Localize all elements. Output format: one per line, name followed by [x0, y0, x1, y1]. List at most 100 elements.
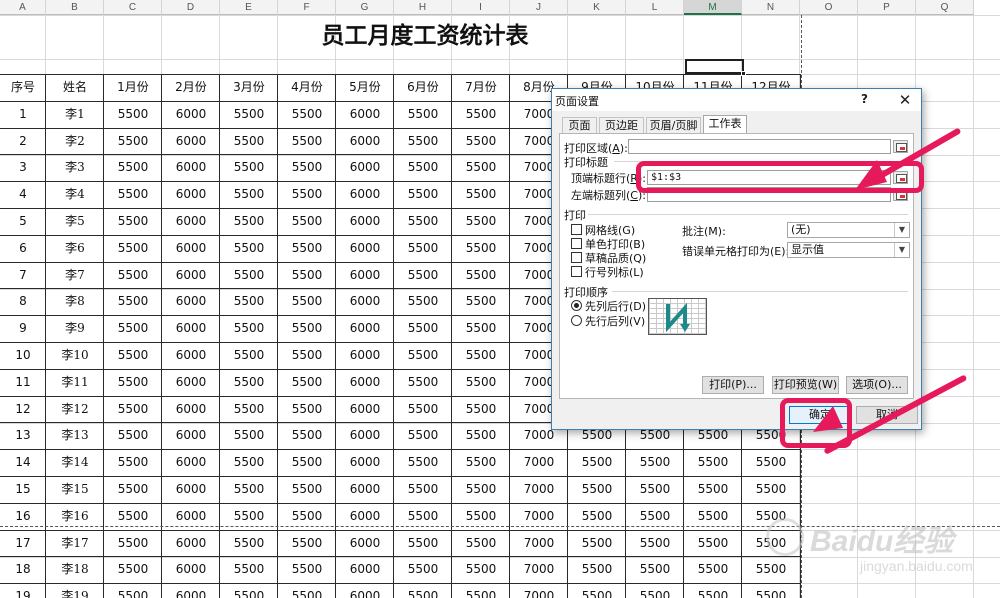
table-cell[interactable]: 6000	[162, 208, 220, 235]
table-cell[interactable]: 5500	[394, 235, 452, 262]
column-header-L[interactable]: L	[626, 0, 684, 15]
active-cell[interactable]	[685, 59, 744, 74]
column-header-E[interactable]: E	[220, 0, 278, 15]
table-cell[interactable]: 5500	[104, 262, 162, 289]
column-header-F[interactable]: F	[278, 0, 336, 15]
table-header-cell[interactable]: 序号	[0, 74, 46, 101]
table-cell[interactable]: 5500	[220, 342, 278, 369]
table-cell[interactable]: 5500	[394, 369, 452, 396]
column-header-M[interactable]: M	[684, 0, 742, 15]
table-cell[interactable]: 5500	[220, 476, 278, 503]
table-cell[interactable]: 6000	[162, 128, 220, 155]
range-select-icon[interactable]	[893, 140, 908, 153]
table-header-cell[interactable]: 4月份	[278, 74, 336, 101]
table-cell[interactable]: 6000	[336, 556, 394, 583]
table-cell[interactable]: 5500	[220, 181, 278, 208]
table-cell[interactable]: 5500	[104, 396, 162, 423]
table-cell[interactable]: 5500	[684, 449, 742, 476]
table-cell[interactable]: 5500	[104, 476, 162, 503]
table-cell[interactable]: 6000	[162, 315, 220, 342]
table-cell[interactable]: 5500	[278, 476, 336, 503]
table-cell[interactable]: 李5	[46, 208, 104, 235]
table-cell[interactable]: 14	[0, 449, 46, 476]
table-cell[interactable]: 5500	[104, 208, 162, 235]
table-cell[interactable]: 6000	[336, 530, 394, 557]
table-cell[interactable]: 7	[0, 262, 46, 289]
table-cell[interactable]: 李8	[46, 288, 104, 315]
table-cell[interactable]: 18	[0, 556, 46, 583]
table-cell[interactable]: 3	[0, 154, 46, 181]
table-cell[interactable]: 5500	[626, 449, 684, 476]
table-cell[interactable]: 6000	[162, 530, 220, 557]
table-cell[interactable]: 5500	[742, 476, 800, 503]
tab-sheet[interactable]: 工作表	[703, 115, 747, 134]
print-area-input[interactable]	[628, 139, 891, 154]
close-icon[interactable]: ✕	[895, 90, 915, 110]
table-cell[interactable]: 5500	[394, 315, 452, 342]
column-header-K[interactable]: K	[568, 0, 626, 15]
table-cell[interactable]: 李3	[46, 154, 104, 181]
table-cell[interactable]: 15	[0, 476, 46, 503]
column-header-D[interactable]: D	[162, 0, 220, 15]
table-cell[interactable]: 5500	[220, 101, 278, 128]
table-cell[interactable]: 6000	[162, 235, 220, 262]
table-cell[interactable]: 5500	[452, 396, 510, 423]
table-cell[interactable]: 7000	[510, 583, 568, 598]
table-cell[interactable]: 5500	[278, 208, 336, 235]
table-cell[interactable]: 5500	[104, 288, 162, 315]
table-cell[interactable]: 5500	[220, 556, 278, 583]
table-cell[interactable]: 5500	[104, 449, 162, 476]
table-cell[interactable]: 5500	[104, 556, 162, 583]
table-cell[interactable]: 5500	[278, 530, 336, 557]
table-cell[interactable]: 5500	[278, 396, 336, 423]
table-cell[interactable]: 5500	[220, 369, 278, 396]
table-cell[interactable]: 6000	[162, 181, 220, 208]
table-cell[interactable]: 5500	[104, 530, 162, 557]
table-cell[interactable]: 5500	[104, 422, 162, 449]
table-cell[interactable]: 5500	[104, 154, 162, 181]
table-cell[interactable]: 7000	[510, 530, 568, 557]
table-cell[interactable]: 5500	[104, 315, 162, 342]
table-cell[interactable]: 5500	[394, 583, 452, 598]
table-cell[interactable]: 5500	[220, 530, 278, 557]
table-cell[interactable]: 5500	[452, 583, 510, 598]
table-cell[interactable]: 李13	[46, 422, 104, 449]
table-cell[interactable]: 5500	[684, 530, 742, 557]
table-header-cell[interactable]: 2月份	[162, 74, 220, 101]
table-cell[interactable]: 5500	[394, 154, 452, 181]
table-cell[interactable]: 5500	[278, 583, 336, 598]
down-then-over-radio[interactable]	[571, 300, 582, 311]
table-cell[interactable]: 5	[0, 208, 46, 235]
table-cell[interactable]: 5500	[104, 181, 162, 208]
table-cell[interactable]: 6000	[336, 181, 394, 208]
table-cell[interactable]: 7000	[510, 556, 568, 583]
table-cell[interactable]: 李19	[46, 583, 104, 598]
table-cell[interactable]: 5500	[684, 476, 742, 503]
table-cell[interactable]: 5500	[278, 422, 336, 449]
table-cell[interactable]: 李7	[46, 262, 104, 289]
table-cell[interactable]: 6000	[162, 583, 220, 598]
table-header-cell[interactable]: 6月份	[394, 74, 452, 101]
table-cell[interactable]: 5500	[452, 476, 510, 503]
table-cell[interactable]: 李10	[46, 342, 104, 369]
table-cell[interactable]: 5500	[278, 181, 336, 208]
comments-select[interactable]: (无) ▼	[787, 222, 910, 238]
print-button[interactable]: 打印(P)...	[702, 376, 764, 394]
table-cell[interactable]: 6000	[162, 369, 220, 396]
table-cell[interactable]: 5500	[394, 556, 452, 583]
table-cell[interactable]: 6000	[162, 422, 220, 449]
table-cell[interactable]: 5500	[394, 288, 452, 315]
table-cell[interactable]: 李17	[46, 530, 104, 557]
table-cell[interactable]: 6000	[336, 154, 394, 181]
table-cell[interactable]: 6000	[336, 315, 394, 342]
table-cell[interactable]: 2	[0, 128, 46, 155]
table-cell[interactable]: 5500	[278, 556, 336, 583]
table-cell[interactable]: 5500	[452, 262, 510, 289]
table-cell[interactable]: 5500	[452, 208, 510, 235]
table-cell[interactable]: 5500	[394, 342, 452, 369]
table-cell[interactable]: 6000	[162, 449, 220, 476]
table-cell[interactable]: 5500	[394, 128, 452, 155]
tab-margins[interactable]: 页边距	[599, 117, 644, 134]
table-cell[interactable]: 5500	[452, 315, 510, 342]
table-cell[interactable]: 8	[0, 288, 46, 315]
